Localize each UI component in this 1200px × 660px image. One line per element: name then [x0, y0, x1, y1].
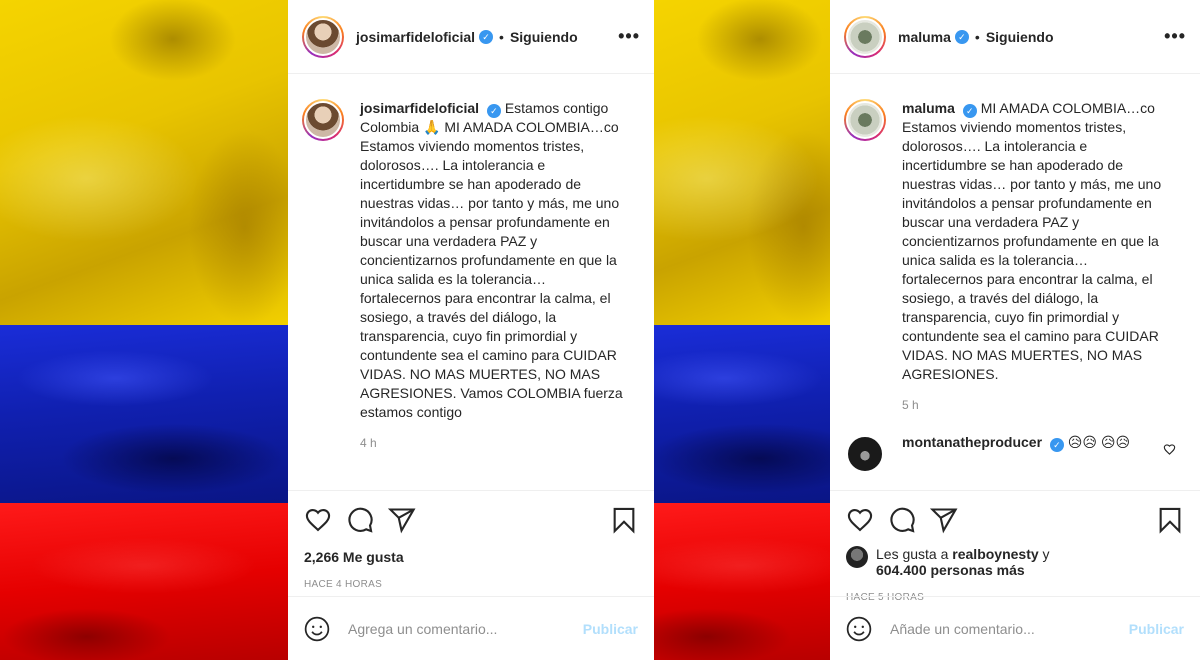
comment-username[interactable]: montanatheproducer	[902, 434, 1042, 450]
verified-badge-icon: ✓	[486, 104, 501, 118]
flag-yellow-stripe	[654, 0, 830, 325]
verified-badge-icon: ✓	[954, 29, 969, 44]
post-panel-maluma: maluma ✓ • Siguiendo ••• maluma ✓ MI AMA…	[830, 0, 1200, 660]
publish-button[interactable]: Publicar	[583, 621, 638, 637]
avatar[interactable]	[302, 99, 344, 141]
separator-dot: •	[974, 28, 980, 45]
emoji-icon[interactable]	[846, 616, 872, 642]
comments-section[interactable]: josimarfideloficial ✓ Estamos contigo Co…	[288, 75, 654, 489]
verified-badge-icon: ✓	[962, 104, 977, 118]
post-actions: Les gusta a realboynesty y 604.400 perso…	[830, 490, 1200, 603]
comment-input[interactable]	[890, 620, 1129, 637]
separator-dot: •	[499, 28, 504, 45]
liked-by: Les gusta a realboynesty y 604.400 perso…	[846, 546, 1184, 578]
caption-time[interactable]: 4 h	[360, 434, 630, 453]
bookmark-icon[interactable]	[1156, 506, 1184, 534]
caption-text: MI AMADA COLOMBIA…co Estamos viviendo mo…	[902, 100, 1162, 382]
liked-by-connector: y	[1042, 546, 1050, 562]
likes-count[interactable]: 2,266 Me gusta	[304, 549, 638, 565]
post-header: josimarfideloficial ✓ • Siguiendo •••	[288, 0, 654, 74]
following-button[interactable]: Siguiendo	[510, 29, 578, 45]
post-header: maluma ✓ • Siguiendo •••	[830, 0, 1200, 74]
verified-badge-icon: ✓	[1049, 438, 1064, 452]
username[interactable]: josimarfideloficial	[356, 29, 475, 45]
caption-username[interactable]: josimarfideloficial	[360, 100, 479, 116]
more-options-icon[interactable]: •••	[1164, 26, 1186, 47]
liked-by-user[interactable]: realboynesty	[952, 546, 1038, 562]
avatar[interactable]	[844, 15, 886, 58]
avatar[interactable]	[844, 99, 886, 141]
post-image-colombia-flag	[0, 0, 288, 660]
comment-input[interactable]	[348, 620, 583, 637]
more-options-icon[interactable]: •••	[618, 26, 640, 47]
share-icon[interactable]	[388, 506, 416, 534]
flag-red-stripe	[0, 503, 288, 660]
flag-red-stripe	[654, 503, 830, 660]
caption: josimarfideloficial ✓ Estamos contigo Co…	[302, 99, 640, 453]
caption: maluma ✓ MI AMADA COLOMBIA…co Estamos vi…	[844, 99, 1186, 415]
comments-section[interactable]: maluma ✓ MI AMADA COLOMBIA…co Estamos vi…	[830, 75, 1200, 489]
flag-blue-stripe	[654, 325, 830, 503]
username[interactable]: maluma	[898, 29, 951, 45]
post-actions: 2,266 Me gusta HACE 4 HORAS	[288, 490, 654, 590]
liked-by-prefix: Les gusta a	[876, 546, 949, 562]
add-comment-bar: Publicar	[288, 596, 654, 660]
caption-text: Estamos contigo Colombia 🙏 MI AMADA COLO…	[360, 100, 623, 420]
post-image-colombia-flag	[654, 0, 830, 660]
publish-button[interactable]: Publicar	[1129, 621, 1184, 637]
share-icon[interactable]	[930, 506, 958, 534]
avatar[interactable]	[844, 433, 886, 475]
emoji-icon[interactable]	[304, 616, 330, 642]
comment-text: 😥😥 😥😥	[1067, 434, 1131, 450]
avatar[interactable]	[846, 546, 868, 568]
caption-time[interactable]: 5 h	[902, 396, 1172, 415]
flag-blue-stripe	[0, 325, 288, 503]
caption-username[interactable]: maluma	[902, 100, 955, 116]
bookmark-icon[interactable]	[610, 506, 638, 534]
comment-item: montanatheproducer ✓ 😥😥 😥😥	[844, 433, 1186, 475]
flag-yellow-stripe	[0, 0, 288, 325]
add-comment-bar: Publicar	[830, 596, 1200, 660]
comment-icon[interactable]	[888, 506, 916, 534]
heart-icon[interactable]	[304, 506, 332, 534]
following-button[interactable]: Siguiendo	[986, 29, 1054, 45]
posted-time[interactable]: HACE 4 HORAS	[304, 579, 638, 590]
avatar[interactable]	[302, 15, 344, 58]
comment-like-heart-icon[interactable]	[1163, 443, 1176, 456]
comment-icon[interactable]	[346, 506, 374, 534]
heart-icon[interactable]	[846, 506, 874, 534]
verified-badge-icon: ✓	[479, 29, 494, 44]
likes-count[interactable]: 604.400 personas más	[876, 562, 1025, 578]
post-panel-josimar: josimarfideloficial ✓ • Siguiendo ••• jo…	[288, 0, 654, 660]
